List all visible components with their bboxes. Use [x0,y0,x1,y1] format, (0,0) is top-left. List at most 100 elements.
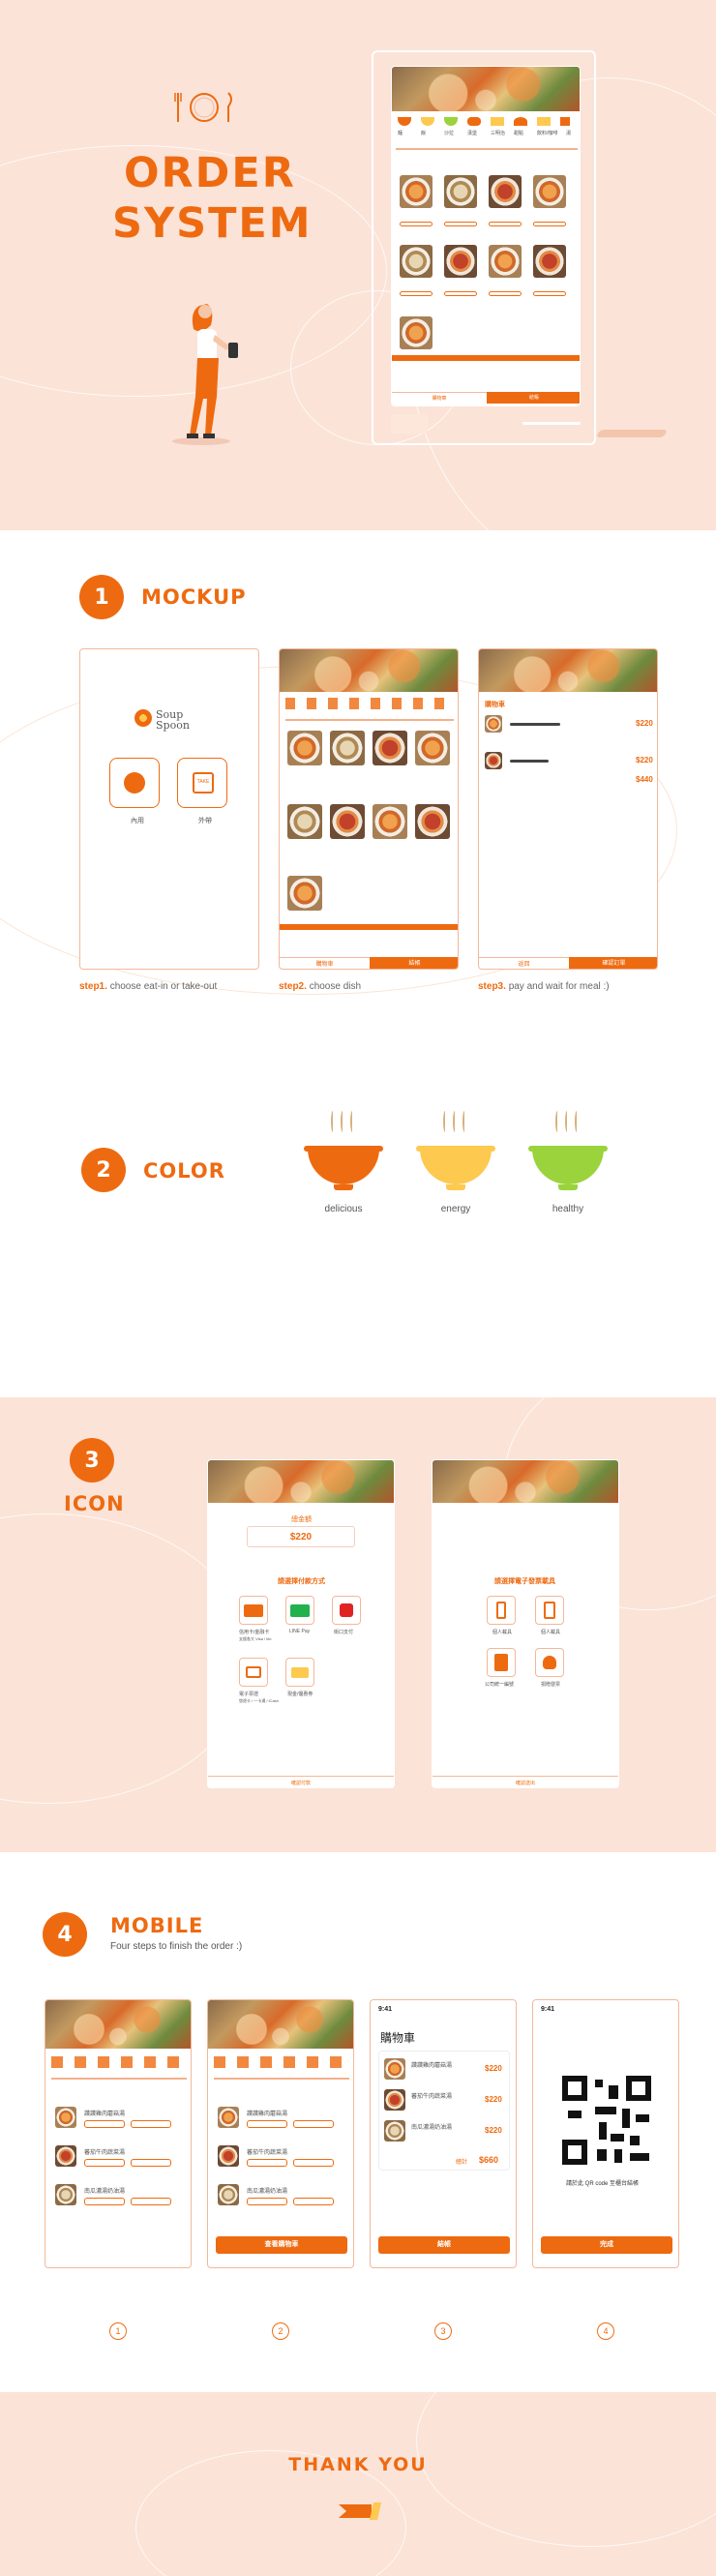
step-indicator: 3 [434,2322,452,2340]
category-label[interactable]: 湯 [566,130,571,136]
price-tag[interactable] [489,291,522,296]
menu-item-photo[interactable] [55,2107,76,2128]
take-out-button[interactable]: TAKE [177,758,227,808]
price-tag[interactable] [489,222,522,226]
cart-button[interactable]: 購物車 [280,957,370,969]
dine-in-label: 內用 [131,818,144,824]
invoice-option[interactable] [535,1648,564,1677]
confirm-payment-button[interactable]: 確認付款 [208,1776,394,1787]
done-button[interactable]: 完成 [541,2236,672,2254]
price-tag[interactable] [247,2120,287,2128]
menu-item-photo[interactable] [400,245,433,278]
menu-item-photo[interactable] [218,2107,239,2128]
category-row [285,698,454,709]
category-label[interactable]: 飯 [421,130,426,136]
category-label[interactable]: 漢堡 [467,130,477,136]
invoice-option[interactable] [487,1648,516,1677]
menu-item-photo[interactable] [415,804,450,839]
menu-item-photo[interactable] [489,245,522,278]
price-tag[interactable] [533,222,566,226]
invoice-option[interactable] [487,1596,516,1625]
jko-pay-option[interactable] [332,1596,361,1625]
cash-option[interactable] [285,1658,314,1687]
view-cart-button[interactable]: 查看購物車 [216,2236,347,2254]
menu-item-photo[interactable] [218,2184,239,2205]
menu-item-photo[interactable] [489,175,522,208]
dine-in-button[interactable] [109,758,160,808]
coupon-icon [291,1666,309,1678]
cart-title: 購物車 [380,2031,416,2045]
hero-food-photo [45,2000,191,2049]
price-tag[interactable] [444,222,477,226]
category-icon [398,117,411,126]
back-button[interactable]: 返回 [479,957,569,969]
category-label[interactable]: 沙拉 [444,130,454,136]
price-tag[interactable] [400,291,433,296]
category-label[interactable]: 甜點 [514,130,523,136]
invoice-option[interactable] [535,1596,564,1625]
price-tag[interactable] [131,2120,171,2128]
credit-card-option[interactable] [239,1596,268,1625]
menu-item-photo[interactable] [533,245,566,278]
checkout-button[interactable]: 結帳 [378,2236,510,2254]
cart-button[interactable]: 購物車 [392,392,487,404]
menu-item-photo[interactable] [373,804,407,839]
screen-welcome: Soup Spoon TAKE 內用 外帶 [79,648,259,970]
step-indicator: 4 [597,2322,614,2340]
price-tag[interactable] [84,2159,125,2167]
menu-item-photo[interactable] [400,316,433,349]
cart-item-name: 讚讚雞肉蘑菇湯 [411,2063,453,2069]
price-tag[interactable] [84,2120,125,2128]
menu-item-photo[interactable] [400,175,433,208]
price-tag[interactable] [247,2159,287,2167]
step1-text: choose eat-in or take-out [109,981,218,992]
company-id-icon [494,1654,508,1671]
menu-item-photo[interactable] [330,804,365,839]
steam-icon [462,1111,466,1132]
woman-illustration [172,304,238,445]
menu-item-photo[interactable] [218,2145,239,2167]
price-tag[interactable] [84,2198,125,2205]
category-row [214,2056,349,2068]
invoice-label: 個人載具 [541,1630,561,1635]
order-button[interactable]: 結帳 [487,392,580,404]
confirm-invoice-button[interactable]: 確認送出 [433,1776,618,1787]
price-tag[interactable] [444,291,477,296]
price-tag[interactable] [293,2159,334,2167]
price-tag[interactable] [247,2198,287,2205]
price-tag[interactable] [293,2198,334,2205]
confirm-order-button[interactable]: 確認訂單 [569,957,657,969]
price-tag[interactable] [533,291,566,296]
category-label[interactable]: 三明治 [491,130,505,136]
menu-item-photo[interactable] [287,876,322,911]
price-tag[interactable] [400,222,433,226]
take-out-label: 外帶 [198,818,212,824]
price-tag[interactable] [131,2198,171,2205]
e-ticket-option[interactable] [239,1658,268,1687]
menu-item-photo[interactable] [330,731,365,765]
menu-item-photo[interactable] [533,175,566,208]
menu-item-photo[interactable] [287,804,322,839]
category-icon [560,117,570,126]
menu-item-photo[interactable] [444,175,477,208]
category-label[interactable]: 飲料/咖啡 [537,130,557,136]
method-label: LINE Pay [289,1629,311,1634]
cart-strip [392,355,580,361]
menu-item-photo[interactable] [415,731,450,765]
menu-item-photo[interactable] [444,245,477,278]
steam-icon [331,1111,335,1132]
line-pay-option[interactable] [285,1596,314,1625]
steam-icon [341,1111,344,1132]
price-tag[interactable] [131,2159,171,2167]
checkout-button[interactable]: 結帳 [370,957,458,969]
hero-food-photo [208,1460,394,1503]
price-tag[interactable] [293,2120,334,2128]
total-amount-box: $220 [247,1526,355,1547]
menu-item-photo[interactable] [373,731,407,765]
menu-item-photo[interactable] [287,731,322,765]
menu-item-photo[interactable] [55,2184,76,2205]
menu-item-name: 讚讚雞肉蘑菇湯 [247,2112,288,2117]
category-label[interactable]: 麵 [398,130,403,136]
phone-menu: 讚讚雞肉蘑菇湯 蕃茄牛肉蔬菜湯 南瓜濃湯奶油湯 [45,1999,192,2268]
menu-item-photo[interactable] [55,2145,76,2167]
